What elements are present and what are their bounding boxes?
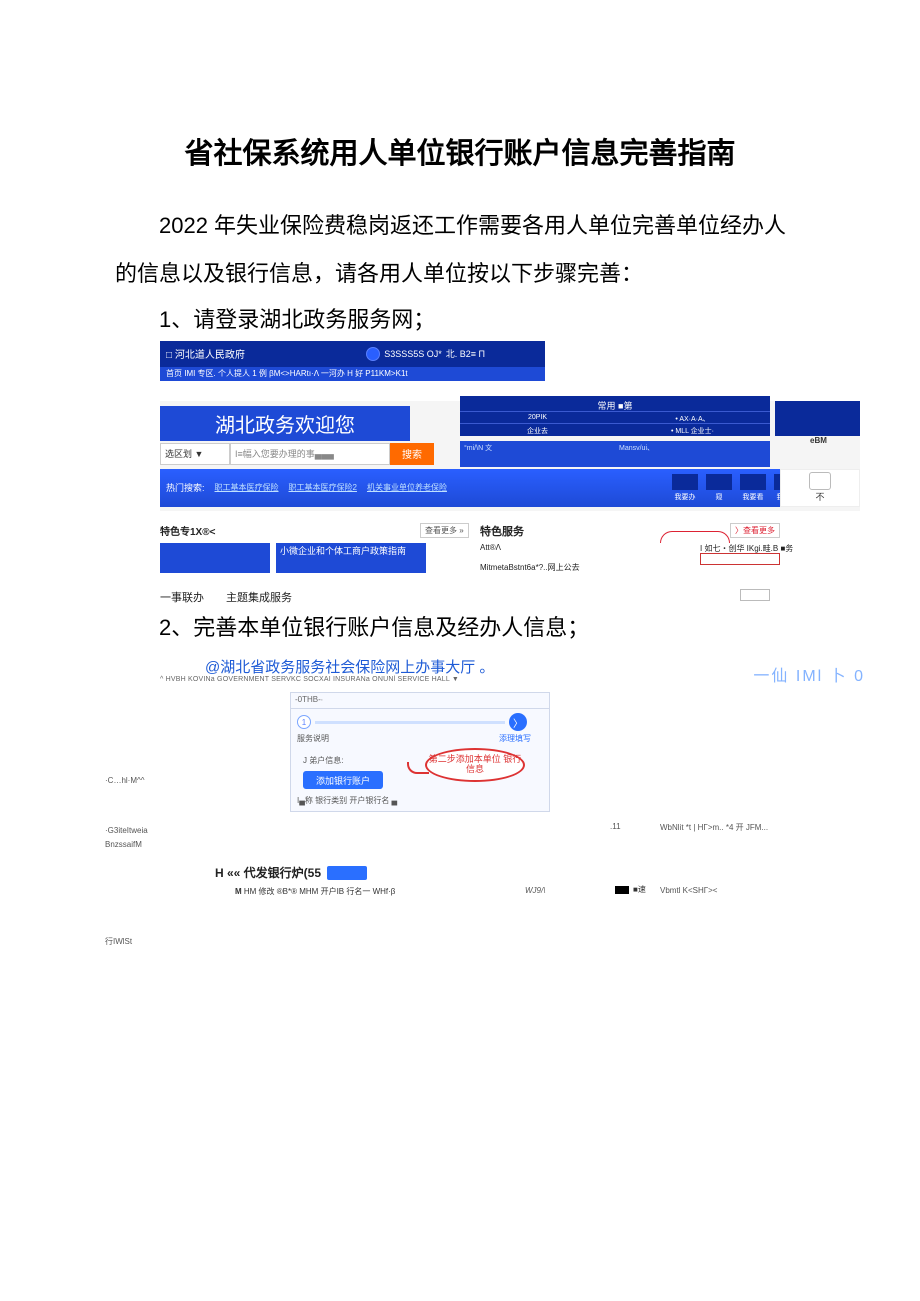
top-badge-group: S3SSS5S OJ* 北. B2≡ Π xyxy=(366,347,485,361)
common-tabs-right xyxy=(775,401,860,436)
section-2-title: H «« 代发银行炉(55 xyxy=(215,864,321,881)
feature-cards: 小微企业和个体工商户政策指南 Att®Λ MitmetaBstnt6a*?..网… xyxy=(160,543,860,579)
page-title: 省社保系统用人单位银行账户信息完善指南 xyxy=(115,130,805,172)
feature-row: 特色专1X®< 查看更多 » 特色服务 〉查看更多 xyxy=(160,521,860,541)
red-highlight-box xyxy=(700,553,780,565)
more-link[interactable]: 查看更多 » xyxy=(420,523,469,538)
top-bar: □ 河北道人民政府 S3SSS5S OJ* 北. B2≡ Π xyxy=(160,341,545,367)
step-label-2: 添理填写 xyxy=(499,733,531,744)
hall-subtitle: ^ HVBH KOVINa GOVERNMENT SERVKC SOCXAI I… xyxy=(160,676,459,683)
side-widget: 不 xyxy=(780,469,860,507)
side-text: ·C…hl·M^^ xyxy=(105,776,145,785)
mid-cell[interactable]: °mi/\N 文 xyxy=(460,441,615,467)
bottom-tab[interactable]: 主题集成服务 xyxy=(226,589,292,605)
widget-icon xyxy=(809,472,831,490)
red-arc-annotation xyxy=(660,531,730,543)
widget-text: 不 xyxy=(781,490,859,503)
panel-header: -0THB-∙ xyxy=(291,693,549,709)
tab-cell[interactable]: • MLL 企业士· xyxy=(615,423,770,438)
section-2-right: Vbmtl K<SHГ>< xyxy=(660,886,717,895)
region-select[interactable]: 选区划 ▼ xyxy=(160,443,230,465)
top-badge-text: S3SSS5S OJ* xyxy=(384,349,442,359)
hot-search-bar: 热门搜索: 职工基本医疗保险 职工基本医疗保险2 机关事业单位养老保险 我要办 … xyxy=(160,469,860,507)
bottom-tabs: 一事联办 主题集成服务 xyxy=(160,589,292,605)
feature-mid-text: Att®Λ MitmetaBstnt6a*?..网上公去 xyxy=(480,543,580,573)
mid-cell[interactable]: Mansv/ui、 xyxy=(615,441,770,467)
action-label: 我要看 xyxy=(740,492,766,502)
feature-mid-title: 特色服务 xyxy=(480,523,524,539)
sq-label: ■速 xyxy=(633,884,646,895)
action-icon[interactable] xyxy=(740,474,766,490)
black-square-icon xyxy=(615,886,629,894)
step-bar xyxy=(315,721,505,724)
more-link[interactable]: 〉查看更多 xyxy=(730,523,780,538)
emblem-icon xyxy=(366,347,380,361)
action-icon[interactable] xyxy=(706,474,732,490)
section-2-header: H «« 代发银行炉(55 xyxy=(215,864,367,881)
add-bank-account-button[interactable]: 添加银行账户 xyxy=(303,771,383,789)
search-row: 选区划 ▼ I≡幅入您要办理的事▄▄▄ 搜索 °mi/\N 文 Mansv/ui… xyxy=(160,441,860,467)
ebm-label: eBM xyxy=(810,436,827,445)
hall-right-label: 一仙 IMl 卜 0 xyxy=(753,662,865,686)
step-label-1: 服务说明 xyxy=(297,733,329,744)
intro-paragraph: 2022 年失业保险费稳岗返还工作需要各用人单位完善单位经办人的信息以及银行信息… xyxy=(115,202,805,299)
tab-cell[interactable]: 企业去 xyxy=(460,423,615,438)
top-badge-suffix: 北. B2≡ Π xyxy=(446,347,485,360)
step-2-text: 2、完善本单位银行账户信息及经办人信息； xyxy=(115,607,805,649)
footer-text: 行IWlSt xyxy=(105,936,132,947)
side-text: ·G3iteItweia xyxy=(105,826,148,835)
bottom-right-box xyxy=(740,589,770,601)
feature-card-policy[interactable]: 小微企业和个体工商户政策指南 xyxy=(276,543,426,573)
feature-left-title: 特色专1X®< xyxy=(160,523,215,538)
hot-label: 热门搜索: xyxy=(166,481,205,494)
gov-name: □ 河北道人民政府 xyxy=(166,346,245,361)
bottom-tab[interactable]: 一事联办 xyxy=(160,589,204,605)
section-2-columns: M HM 修改 ®B*® MHM 开户IB 行名一 WHf·β xyxy=(235,886,395,897)
feature-card[interactable] xyxy=(160,543,270,573)
search-input[interactable]: I≡幅入您要办理的事▄▄▄ xyxy=(230,443,390,465)
hot-link[interactable]: 机关事业单位养老保险 xyxy=(367,482,447,493)
screenshot-gov-portal: □ 河北道人民政府 S3SSS5S OJ* 北. B2≡ Π 首页 IMI 专区… xyxy=(160,341,860,601)
screenshot-insurance-hall: @湖北省政务服务社会保险网上办事大厅 。 ^ HVBH KOVINa GOVER… xyxy=(105,656,865,956)
side-text: BnzssaifM xyxy=(105,840,142,849)
blue-tag xyxy=(327,866,367,880)
action-label: 窥 xyxy=(706,492,732,502)
table-headers: I▄称 银行类别 开户银行名 ▄ xyxy=(297,795,397,806)
nav-bar: 首页 IMI 专区. 个人提人 1 例 βM<>HARtı·Λ 一河办 H 好 … xyxy=(160,367,545,381)
side-text: WbNlit *t | HΓ>m.. *4 开 JFM... xyxy=(660,822,768,833)
section-2-mid: WJ9/\ xyxy=(525,886,545,895)
welcome-title: 湖北政务欢迎您 xyxy=(160,406,410,441)
common-tabs: 常用 ■第 20PIK • AX·A·A、 企业去 • MLL 企业士· xyxy=(460,396,770,436)
search-mid-tabs: °mi/\N 文 Mansv/ui、 xyxy=(460,441,770,467)
step-indicator-1: 1 xyxy=(297,715,311,729)
hall-title: @湖北省政务服务社会保险网上办事大厅 。 xyxy=(205,656,494,677)
hot-link[interactable]: 职工基本医疗保险2 xyxy=(289,482,357,493)
hot-link[interactable]: 职工基本医疗保险 xyxy=(215,482,279,493)
step-1-text: 1、请登录湖北政务服务网； xyxy=(115,299,805,341)
search-button[interactable]: 搜索 xyxy=(390,443,434,465)
action-label: 我要办 xyxy=(672,492,698,502)
account-info-label: J 弟户信息: xyxy=(303,755,343,766)
side-text: .11 xyxy=(610,822,621,831)
action-icon[interactable] xyxy=(672,474,698,490)
step-indicator-2: 〉 xyxy=(509,713,527,731)
